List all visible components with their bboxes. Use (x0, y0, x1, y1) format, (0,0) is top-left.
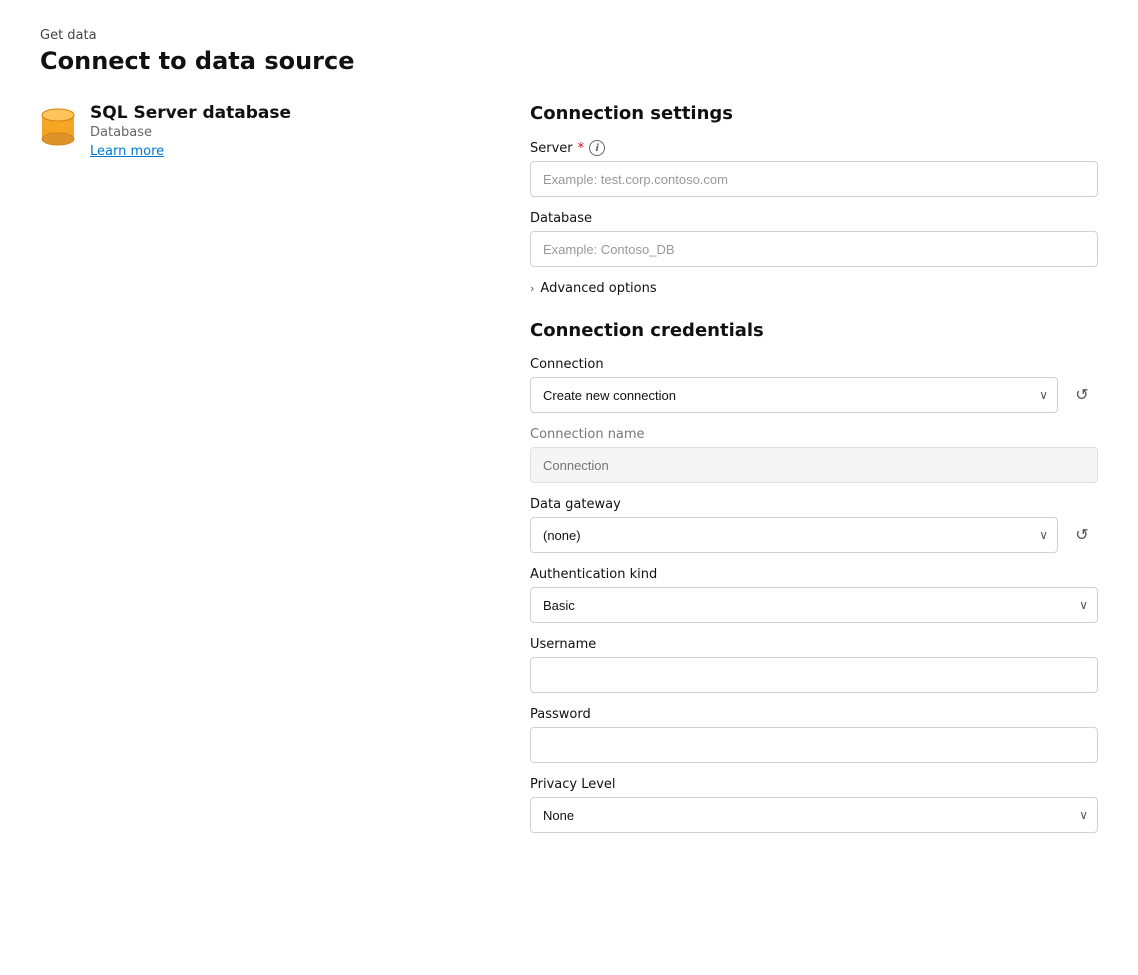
password-field-group: Password (530, 707, 1098, 763)
username-field-group: Username (530, 637, 1098, 693)
connection-settings-title: Connection settings (530, 103, 1098, 124)
password-input[interactable] (530, 727, 1098, 763)
connection-field-group: Connection Create new connection ∨ ↺ (530, 357, 1098, 413)
privacy-level-label: Privacy Level (530, 777, 1098, 792)
learn-more-link[interactable]: Learn more (90, 144, 291, 159)
datasource-name: SQL Server database (90, 103, 291, 123)
database-input[interactable] (530, 231, 1098, 267)
connection-label: Connection (530, 357, 1098, 372)
datasource-type: Database (90, 125, 291, 140)
connection-refresh-button[interactable]: ↺ (1066, 379, 1098, 411)
data-gateway-select-wrapper: (none) ∨ (530, 517, 1058, 553)
connection-select-wrapper: Create new connection ∨ (530, 377, 1058, 413)
breadcrumb: Get data (40, 28, 1098, 43)
connection-name-field-group: Connection name (530, 427, 1098, 483)
database-icon (40, 105, 76, 149)
server-field-group: Server * i (530, 140, 1098, 197)
server-label: Server * i (530, 140, 1098, 156)
credentials-title: Connection credentials (530, 320, 1098, 341)
auth-kind-label: Authentication kind (530, 567, 1098, 582)
connection-name-label: Connection name (530, 427, 1098, 442)
password-label: Password (530, 707, 1098, 722)
auth-kind-field-group: Authentication kind Basic ∨ (530, 567, 1098, 623)
right-panel: Connection settings Server * i Database … (520, 103, 1098, 847)
datasource-info: SQL Server database Database Learn more (40, 103, 480, 159)
main-layout: SQL Server database Database Learn more … (40, 103, 1098, 847)
privacy-level-select[interactable]: None (530, 797, 1098, 833)
data-gateway-select[interactable]: (none) (530, 517, 1058, 553)
data-gateway-field-group: Data gateway (none) ∨ ↺ (530, 497, 1098, 553)
required-star: * (578, 141, 585, 156)
privacy-level-select-wrapper: None ∨ (530, 797, 1098, 833)
database-label: Database (530, 211, 1098, 226)
info-icon[interactable]: i (589, 140, 605, 156)
username-label: Username (530, 637, 1098, 652)
connection-select[interactable]: Create new connection (530, 377, 1058, 413)
auth-kind-select[interactable]: Basic (530, 587, 1098, 623)
advanced-options-label: Advanced options (540, 281, 656, 296)
credentials-section: Connection credentials Connection Create… (530, 320, 1098, 833)
database-field-group: Database (530, 211, 1098, 267)
page-title: Connect to data source (40, 47, 1098, 75)
datasource-text: SQL Server database Database Learn more (90, 103, 291, 159)
auth-kind-select-wrapper: Basic ∨ (530, 587, 1098, 623)
username-input[interactable] (530, 657, 1098, 693)
page-container: Get data Connect to data source SQL Serv… (0, 0, 1138, 875)
data-gateway-dropdown-wrapper: (none) ∨ ↺ (530, 517, 1098, 553)
chevron-right-icon: › (530, 282, 534, 295)
connection-dropdown-wrapper: Create new connection ∨ ↺ (530, 377, 1098, 413)
advanced-options-toggle[interactable]: › Advanced options (530, 281, 1098, 296)
data-gateway-refresh-button[interactable]: ↺ (1066, 519, 1098, 551)
privacy-level-field-group: Privacy Level None ∨ (530, 777, 1098, 833)
connection-name-input[interactable] (530, 447, 1098, 483)
server-input[interactable] (530, 161, 1098, 197)
data-gateway-label: Data gateway (530, 497, 1098, 512)
left-panel: SQL Server database Database Learn more (40, 103, 520, 847)
